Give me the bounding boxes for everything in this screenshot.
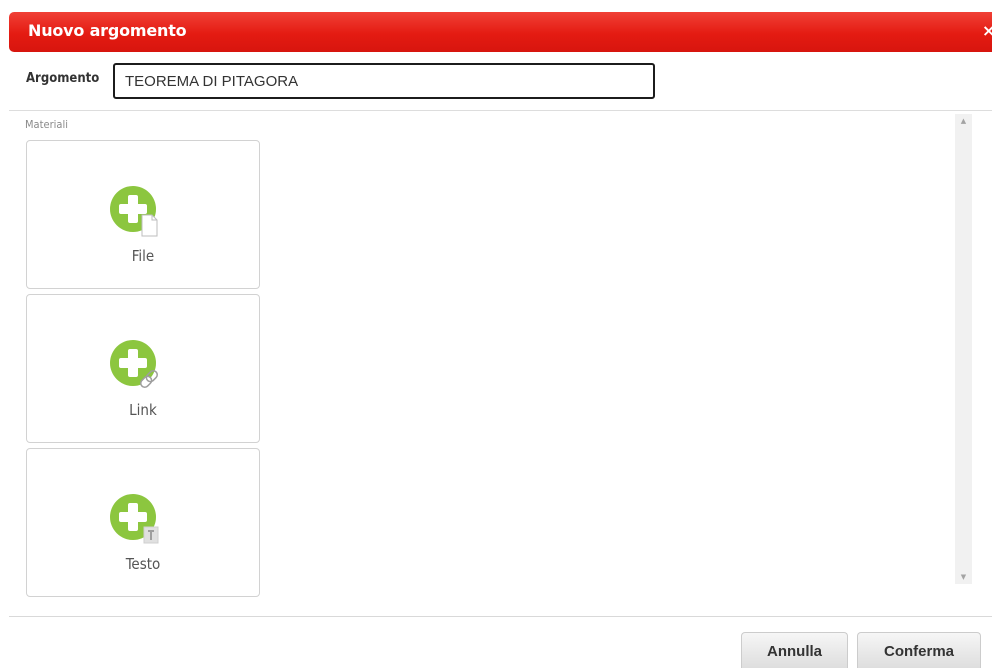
argomento-label: Argomento [26, 71, 100, 86]
confirm-button[interactable]: Conferma [857, 632, 981, 668]
vertical-scrollbar[interactable]: ▲ ▼ [955, 114, 972, 584]
card-label-testo: Testo [125, 555, 161, 573]
add-text-card[interactable]: Testo [26, 448, 260, 597]
plus-link-icon [110, 340, 158, 388]
cancel-button[interactable]: Annulla [741, 632, 848, 668]
add-link-card[interactable]: Link [26, 294, 260, 443]
scroll-up-arrow-icon[interactable]: ▲ [955, 114, 972, 128]
footer-divider [9, 616, 992, 617]
materiali-panel: Materiali File Link Testo [9, 111, 973, 597]
scroll-down-arrow-icon[interactable]: ▼ [955, 570, 972, 584]
card-label-link: Link [129, 401, 157, 419]
plus-file-icon [110, 186, 158, 237]
argomento-input[interactable] [113, 63, 655, 99]
dialog-titlebar: Nuovo argomento × [9, 12, 992, 52]
card-label-file: File [131, 247, 155, 265]
close-icon[interactable]: × [982, 21, 992, 41]
plus-text-icon [110, 494, 159, 544]
add-file-card[interactable]: File [26, 140, 260, 289]
dialog-title: Nuovo argomento [28, 21, 187, 40]
materiali-label: Materiali [25, 118, 68, 131]
